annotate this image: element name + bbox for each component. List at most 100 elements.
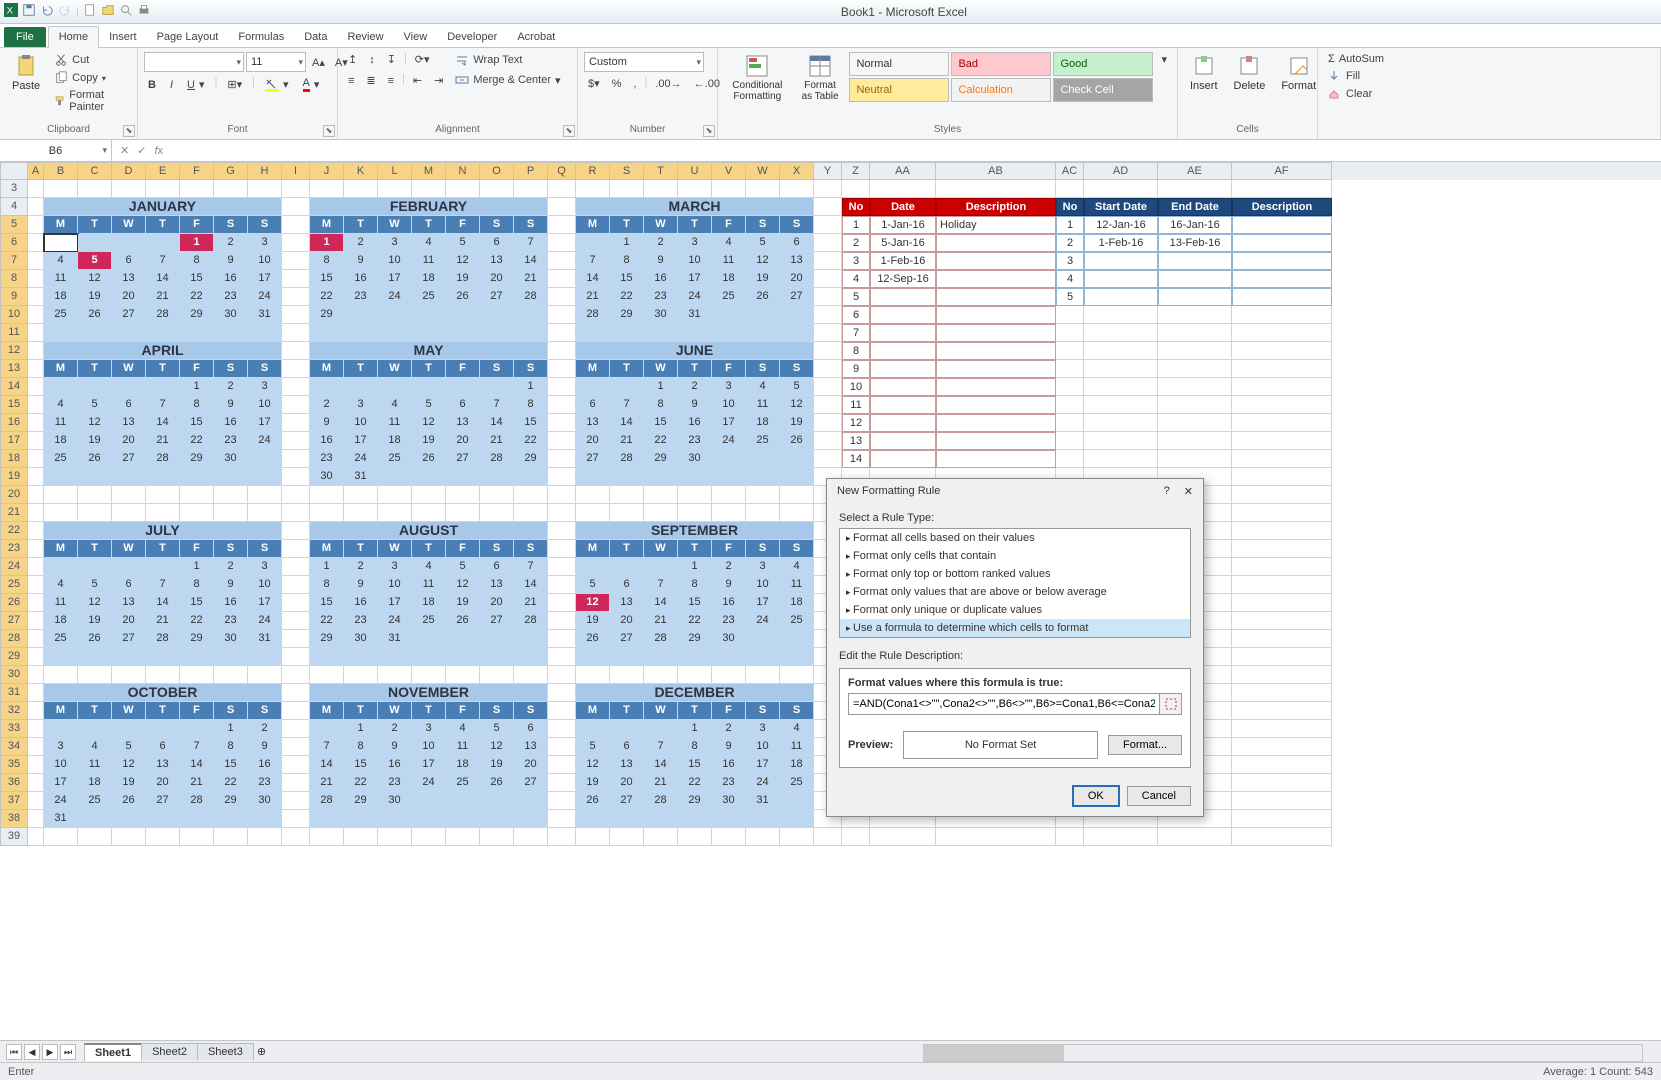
cell[interactable] <box>44 486 78 504</box>
cell[interactable]: 3 <box>412 720 446 738</box>
cell[interactable]: 24 <box>344 450 378 468</box>
column-header[interactable]: AC <box>1056 162 1084 180</box>
cell[interactable]: M <box>44 702 78 720</box>
cell[interactable] <box>282 198 310 216</box>
cell[interactable]: 22 <box>344 774 378 792</box>
cell[interactable] <box>78 828 112 846</box>
cell[interactable]: 5 <box>446 234 480 252</box>
cell[interactable]: 13 <box>112 414 146 432</box>
cell[interactable] <box>28 234 44 252</box>
cell[interactable]: 29 <box>610 306 644 324</box>
cell[interactable] <box>870 324 936 342</box>
cell[interactable]: 1-Jan-16 <box>870 216 936 234</box>
cell[interactable] <box>1232 540 1332 558</box>
cell[interactable]: 29 <box>214 792 248 810</box>
dialog-help-icon[interactable]: ? <box>1164 485 1170 498</box>
cell[interactable] <box>78 504 112 522</box>
cell[interactable]: 27 <box>610 630 644 648</box>
cell[interactable] <box>112 504 146 522</box>
cell[interactable] <box>1056 414 1084 432</box>
column-header[interactable]: T <box>644 162 678 180</box>
cell[interactable] <box>28 630 44 648</box>
cell[interactable] <box>112 378 146 396</box>
sheet-nav-next-icon[interactable]: ▶ <box>42 1044 58 1060</box>
cell[interactable] <box>644 486 678 504</box>
cell[interactable]: 7 <box>310 738 344 756</box>
number-launcher[interactable]: ⬊ <box>703 125 715 137</box>
sheet-tab-3[interactable]: Sheet3 <box>197 1043 254 1060</box>
cell[interactable]: 10 <box>378 576 412 594</box>
cell[interactable] <box>28 396 44 414</box>
cell[interactable]: 27 <box>480 612 514 630</box>
orientation-icon[interactable]: ⟳▾ <box>411 52 434 67</box>
cell[interactable] <box>576 504 610 522</box>
cell[interactable]: 4 <box>412 234 446 252</box>
cell[interactable] <box>412 810 446 828</box>
cell[interactable]: 18 <box>378 432 412 450</box>
cell[interactable] <box>712 468 746 486</box>
alignment-launcher[interactable]: ⬊ <box>563 125 575 137</box>
cell[interactable] <box>1084 306 1158 324</box>
cell[interactable]: 1 <box>180 234 214 252</box>
cell[interactable]: W <box>112 216 146 234</box>
cell[interactable]: 15 <box>180 594 214 612</box>
cell[interactable] <box>644 180 678 198</box>
cell[interactable]: No <box>842 198 870 216</box>
cell[interactable]: 7 <box>644 738 678 756</box>
cell[interactable]: T <box>344 540 378 558</box>
cell[interactable]: M <box>310 540 344 558</box>
cell[interactable] <box>310 648 344 666</box>
cell[interactable]: 21 <box>180 774 214 792</box>
save-icon[interactable] <box>22 3 36 20</box>
cell[interactable]: 13 <box>480 252 514 270</box>
row-header[interactable]: 20 <box>0 486 28 504</box>
cell[interactable]: 9 <box>344 252 378 270</box>
cell[interactable]: 24 <box>678 288 712 306</box>
cell[interactable]: 1-Feb-16 <box>870 252 936 270</box>
cell[interactable] <box>344 504 378 522</box>
cell[interactable] <box>28 702 44 720</box>
cell[interactable]: 21 <box>146 288 180 306</box>
cell[interactable]: 1 <box>610 234 644 252</box>
cell[interactable] <box>814 288 842 306</box>
style-neutral[interactable]: Neutral <box>849 78 949 102</box>
cell[interactable] <box>28 414 44 432</box>
font-name-combo[interactable] <box>144 52 244 72</box>
cell[interactable]: 24 <box>378 288 412 306</box>
cell[interactable]: 20 <box>610 774 644 792</box>
cell[interactable]: 4 <box>1056 270 1084 288</box>
cell[interactable]: F <box>712 360 746 378</box>
column-header[interactable]: N <box>446 162 480 180</box>
cell[interactable] <box>548 342 576 360</box>
cell[interactable]: 6 <box>842 306 870 324</box>
cell[interactable] <box>548 468 576 486</box>
cell[interactable]: 21 <box>576 288 610 306</box>
cell[interactable]: S <box>480 216 514 234</box>
cell[interactable] <box>180 648 214 666</box>
cell[interactable]: S <box>780 540 814 558</box>
cell[interactable] <box>446 828 480 846</box>
cell[interactable] <box>112 468 146 486</box>
row-header[interactable]: 6 <box>0 234 28 252</box>
cell[interactable] <box>548 414 576 432</box>
cell[interactable] <box>480 504 514 522</box>
cell[interactable] <box>1158 378 1232 396</box>
cell[interactable]: 15 <box>310 594 344 612</box>
cell[interactable]: 6 <box>514 720 548 738</box>
cell[interactable] <box>446 630 480 648</box>
cell[interactable]: 4 <box>446 720 480 738</box>
cell[interactable]: 9 <box>214 252 248 270</box>
cell[interactable]: T <box>678 702 712 720</box>
cell[interactable]: 31 <box>378 630 412 648</box>
cell[interactable]: 3 <box>1056 252 1084 270</box>
cell[interactable] <box>610 486 644 504</box>
cell[interactable] <box>378 648 412 666</box>
cell[interactable] <box>678 486 712 504</box>
cell[interactable] <box>180 180 214 198</box>
cell[interactable] <box>1056 378 1084 396</box>
cell[interactable]: 5 <box>446 558 480 576</box>
cell[interactable]: 28 <box>576 306 610 324</box>
cell[interactable] <box>1232 252 1332 270</box>
cell[interactable]: T <box>610 540 644 558</box>
cell[interactable]: 17 <box>712 414 746 432</box>
